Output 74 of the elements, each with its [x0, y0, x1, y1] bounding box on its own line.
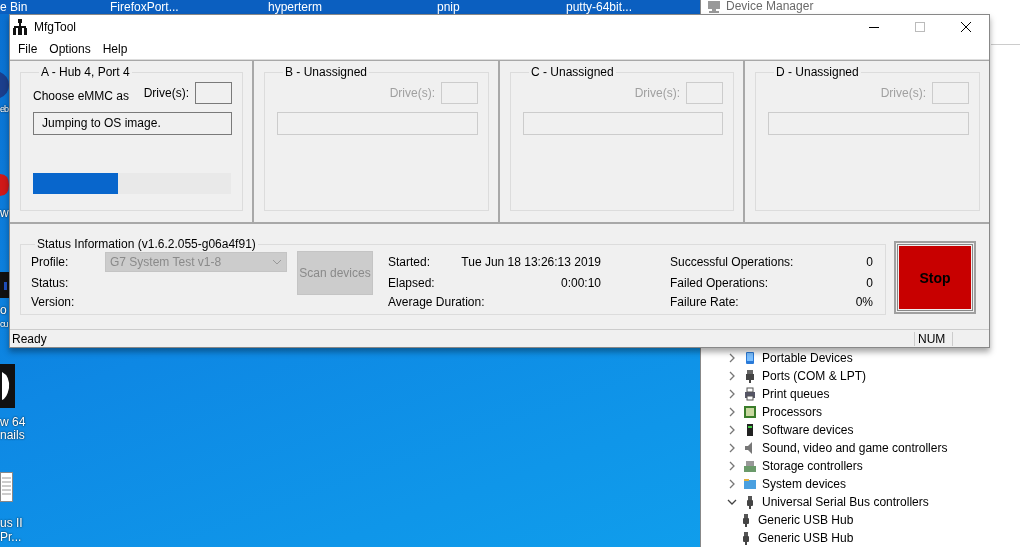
- icon-label[interactable]: cu: [0, 318, 8, 330]
- document-icon: [0, 472, 13, 502]
- desktop-icon: [0, 174, 9, 196]
- menu-item[interactable]: Options: [43, 42, 97, 56]
- icon-label[interactable]: FirefoxPort...: [110, 0, 179, 14]
- desktop-icon: [0, 364, 15, 408]
- tree-item[interactable]: Generic USB Hub: [758, 512, 854, 528]
- device-icon: [743, 369, 757, 383]
- icon-label[interactable]: w: [0, 206, 9, 220]
- desktop-icon: [0, 272, 9, 298]
- icon-label[interactable]: Pr...: [0, 530, 22, 544]
- field-label: Profile:: [31, 254, 70, 271]
- close-icon: [961, 22, 971, 32]
- tree-item[interactable]: Storage controllers: [762, 458, 863, 474]
- stop-button[interactable]: Stop: [894, 241, 976, 314]
- dropdown-caret-icon: [272, 259, 282, 265]
- field-label: Failed Operations:: [670, 275, 769, 292]
- device-icon: [743, 351, 757, 365]
- drives-label: Drive(s):: [880, 86, 926, 100]
- field-label: Average Duration:: [388, 294, 485, 311]
- icon-label[interactable]: putty-64bit...: [566, 0, 633, 14]
- group-title: Status Information (v1.6.2.055-g06a4f91): [36, 237, 257, 251]
- status-message: Ready: [11, 331, 48, 346]
- drives-label: Drive(s):: [389, 86, 435, 100]
- field-value: 0%: [855, 294, 873, 311]
- tree-item[interactable]: Portable Devices: [762, 350, 853, 366]
- icon-label[interactable]: eb: [0, 103, 8, 115]
- network-icon: [12, 19, 28, 35]
- field-label: Status:: [31, 275, 70, 292]
- tree-item[interactable]: Processors: [762, 404, 823, 420]
- device-icon: [743, 387, 757, 401]
- field-label: Successful Operations:: [670, 254, 794, 271]
- field-value: Tue Jun 18 13:26:13 2019: [461, 254, 601, 271]
- icon-label[interactable]: w 64: [0, 415, 26, 429]
- message-field: Jumping to OS image.: [33, 112, 232, 135]
- field-label: Failure Rate:: [670, 294, 739, 311]
- tree-item[interactable]: Ports (COM & LPT): [762, 368, 866, 384]
- tree-item[interactable]: Software devices: [762, 422, 854, 438]
- group-title: A - Hub 4, Port 4: [40, 65, 131, 79]
- icon-label[interactable]: nails: [0, 428, 25, 442]
- icon-label[interactable]: us II: [0, 516, 23, 530]
- group-title: D - Unassigned: [775, 65, 860, 79]
- icon-label[interactable]: e Bin: [0, 0, 28, 14]
- maximize-icon: [915, 22, 925, 32]
- tree-item[interactable]: Print queues: [762, 386, 830, 402]
- field-label: Started:: [388, 254, 431, 271]
- icon-label[interactable]: hyperterm: [268, 0, 323, 14]
- field-value: 0: [866, 254, 873, 271]
- field-value: 0: [866, 275, 873, 292]
- tree-item[interactable]: Sound, video and game controllers: [762, 440, 948, 456]
- menu-item[interactable]: File: [12, 42, 44, 56]
- field-label: Elapsed:: [388, 275, 435, 292]
- window-title: Device Manager: [726, 0, 814, 13]
- icon-label[interactable]: pnip: [437, 0, 460, 14]
- tree-item[interactable]: Generic USB Hub: [758, 530, 854, 546]
- computer-icon: [708, 0, 720, 13]
- drives-label: Drive(s):: [143, 86, 189, 100]
- field-value: 0:00:10: [560, 275, 601, 292]
- desktop-icon: [0, 72, 9, 98]
- drives-label: Drive(s):: [634, 86, 680, 100]
- icon-label[interactable]: o: [0, 303, 7, 317]
- tree-item[interactable]: System devices: [762, 476, 847, 492]
- drive-field[interactable]: [195, 82, 232, 104]
- device-icon: [743, 459, 757, 473]
- tree-item[interactable]: Universal Serial Bus controllers: [762, 494, 929, 510]
- window-title: MfgTool: [34, 20, 78, 34]
- group-title: B - Unassigned: [284, 65, 369, 79]
- field-label: Version:: [31, 294, 76, 311]
- choose-label: Choose eMMC as: [33, 88, 131, 103]
- group-title: C - Unassigned: [530, 65, 615, 79]
- menu-item[interactable]: Help: [96, 42, 134, 56]
- device-icon: [743, 405, 757, 419]
- device-icon: [743, 477, 757, 491]
- num-lock-indicator: NUM: [914, 331, 953, 346]
